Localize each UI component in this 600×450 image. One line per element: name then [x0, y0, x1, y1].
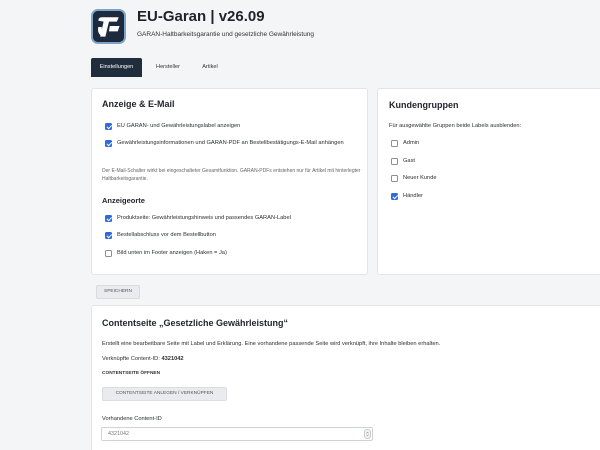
checkbox-footer-bild[interactable]: [105, 250, 112, 257]
anzeige-card: Anzeige & E-Mail EU GARAN- und Gewährlei…: [91, 88, 368, 275]
tab-einstellungen[interactable]: Einstellungen: [91, 58, 142, 77]
checkbox-group-neuer-kunde[interactable]: [391, 175, 398, 182]
contentseite-open-link[interactable]: CONTENTSEITE ÖFFNEN: [102, 371, 160, 376]
contentseite-title: Contentseite „Gesetzliche Gewährleistung…: [102, 318, 289, 328]
app-subtitle: GARAN-Haltbarkeitsgarantie und gesetzlic…: [137, 31, 315, 38]
label-group-neuer-kunde: Neuer Kunde: [403, 175, 437, 181]
label-group-gast: Gast: [403, 158, 416, 164]
existing-content-id-input[interactable]: [101, 427, 373, 441]
number-stepper-icon[interactable]: [364, 429, 371, 439]
tab-bar: Einstellungen Hersteller Artikel: [91, 58, 600, 77]
label-footer-bild: Bild unten im Footer anzeigen (Haken = J…: [117, 250, 227, 256]
checkbox-pdf-anhaengen[interactable]: [105, 140, 112, 147]
label-pdf-anhaengen: Gewährleistungsinformationen und GARAN-P…: [117, 140, 344, 146]
linked-content-id: Verknüpfte Content-ID: 4321042: [102, 355, 184, 364]
contentseite-description: Erstellt eine bearbeitbare Seite mit Lab…: [102, 341, 441, 347]
contentseite-create-button[interactable]: CONTENTSEITE ANLEGEN / VERKNÜPFEN: [102, 387, 227, 401]
existing-content-id-label: Vorhandene Content-ID: [102, 416, 162, 422]
kundengruppen-description: Für ausgewählte Gruppen beide Labels aus…: [389, 123, 522, 129]
kundengruppen-title: Kundengruppen: [389, 100, 459, 110]
linked-content-id-value: 4321042: [161, 356, 184, 362]
app-logo-icon: [91, 9, 126, 44]
anzeigeorte-heading: Anzeigeorte: [102, 196, 145, 205]
linked-content-id-label: Verknüpfte Content-ID:: [102, 356, 160, 362]
kundengruppen-card: Kundengruppen Für ausgewählte Gruppen be…: [377, 88, 600, 275]
checkbox-label-anzeigen[interactable]: [105, 123, 112, 130]
label-group-admin: Admin: [403, 140, 420, 146]
tab-artikel[interactable]: Artikel: [195, 58, 225, 77]
checkbox-group-admin[interactable]: [391, 140, 398, 147]
label-group-haendler: Händler: [403, 193, 423, 199]
checkbox-group-haendler[interactable]: [391, 193, 398, 200]
label-label-anzeigen: EU GARAN- und Gewährleistungslabel anzei…: [117, 123, 241, 129]
save-button[interactable]: SPEICHERN: [96, 285, 140, 299]
checkbox-produktseite[interactable]: [105, 215, 112, 222]
anzeige-title: Anzeige & E-Mail: [102, 99, 175, 109]
tab-hersteller[interactable]: Hersteller: [148, 58, 188, 77]
label-produktseite: Produktseite: Gewährleistungshinweis und…: [117, 215, 291, 221]
app-title: EU-Garan | v26.09: [137, 8, 265, 25]
app-header: EU-Garan | v26.09 GARAN-Haltbarkeitsgara…: [0, 0, 600, 58]
email-note: Der E-Mail-Schalter wirkt bei eingeschal…: [102, 168, 361, 182]
checkbox-group-gast[interactable]: [391, 158, 398, 165]
label-bestellabschluss: Bestellabschluss vor dem Bestellbutton: [117, 232, 216, 238]
checkbox-bestellabschluss[interactable]: [105, 232, 112, 239]
